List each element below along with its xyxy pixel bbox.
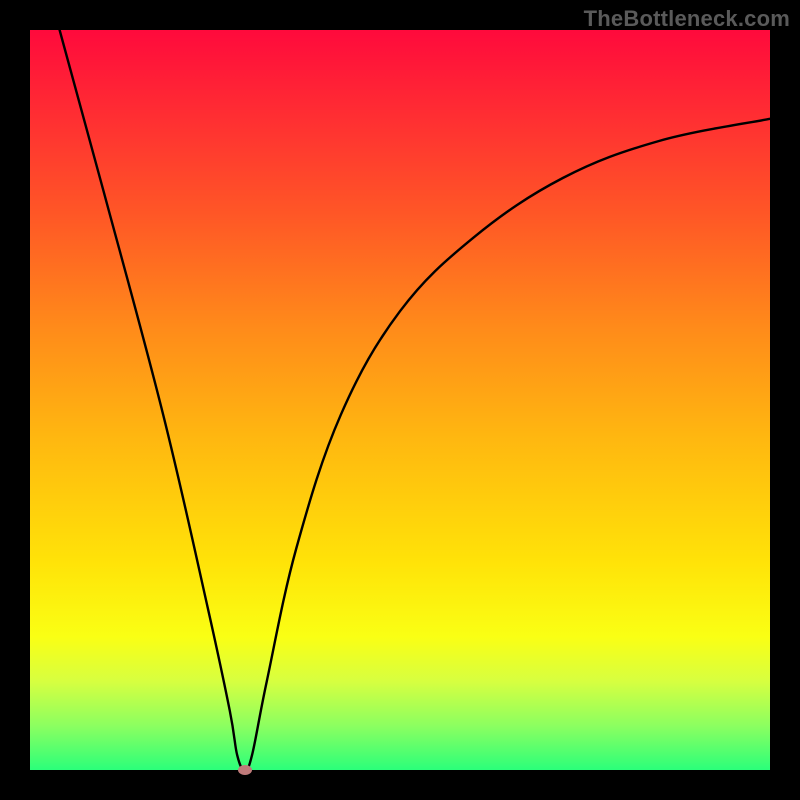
chart-frame: TheBottleneck.com [0,0,800,800]
bottleneck-curve [30,30,770,770]
optimum-marker [238,765,252,775]
watermark-text: TheBottleneck.com [584,6,790,32]
curve-path [60,30,770,770]
